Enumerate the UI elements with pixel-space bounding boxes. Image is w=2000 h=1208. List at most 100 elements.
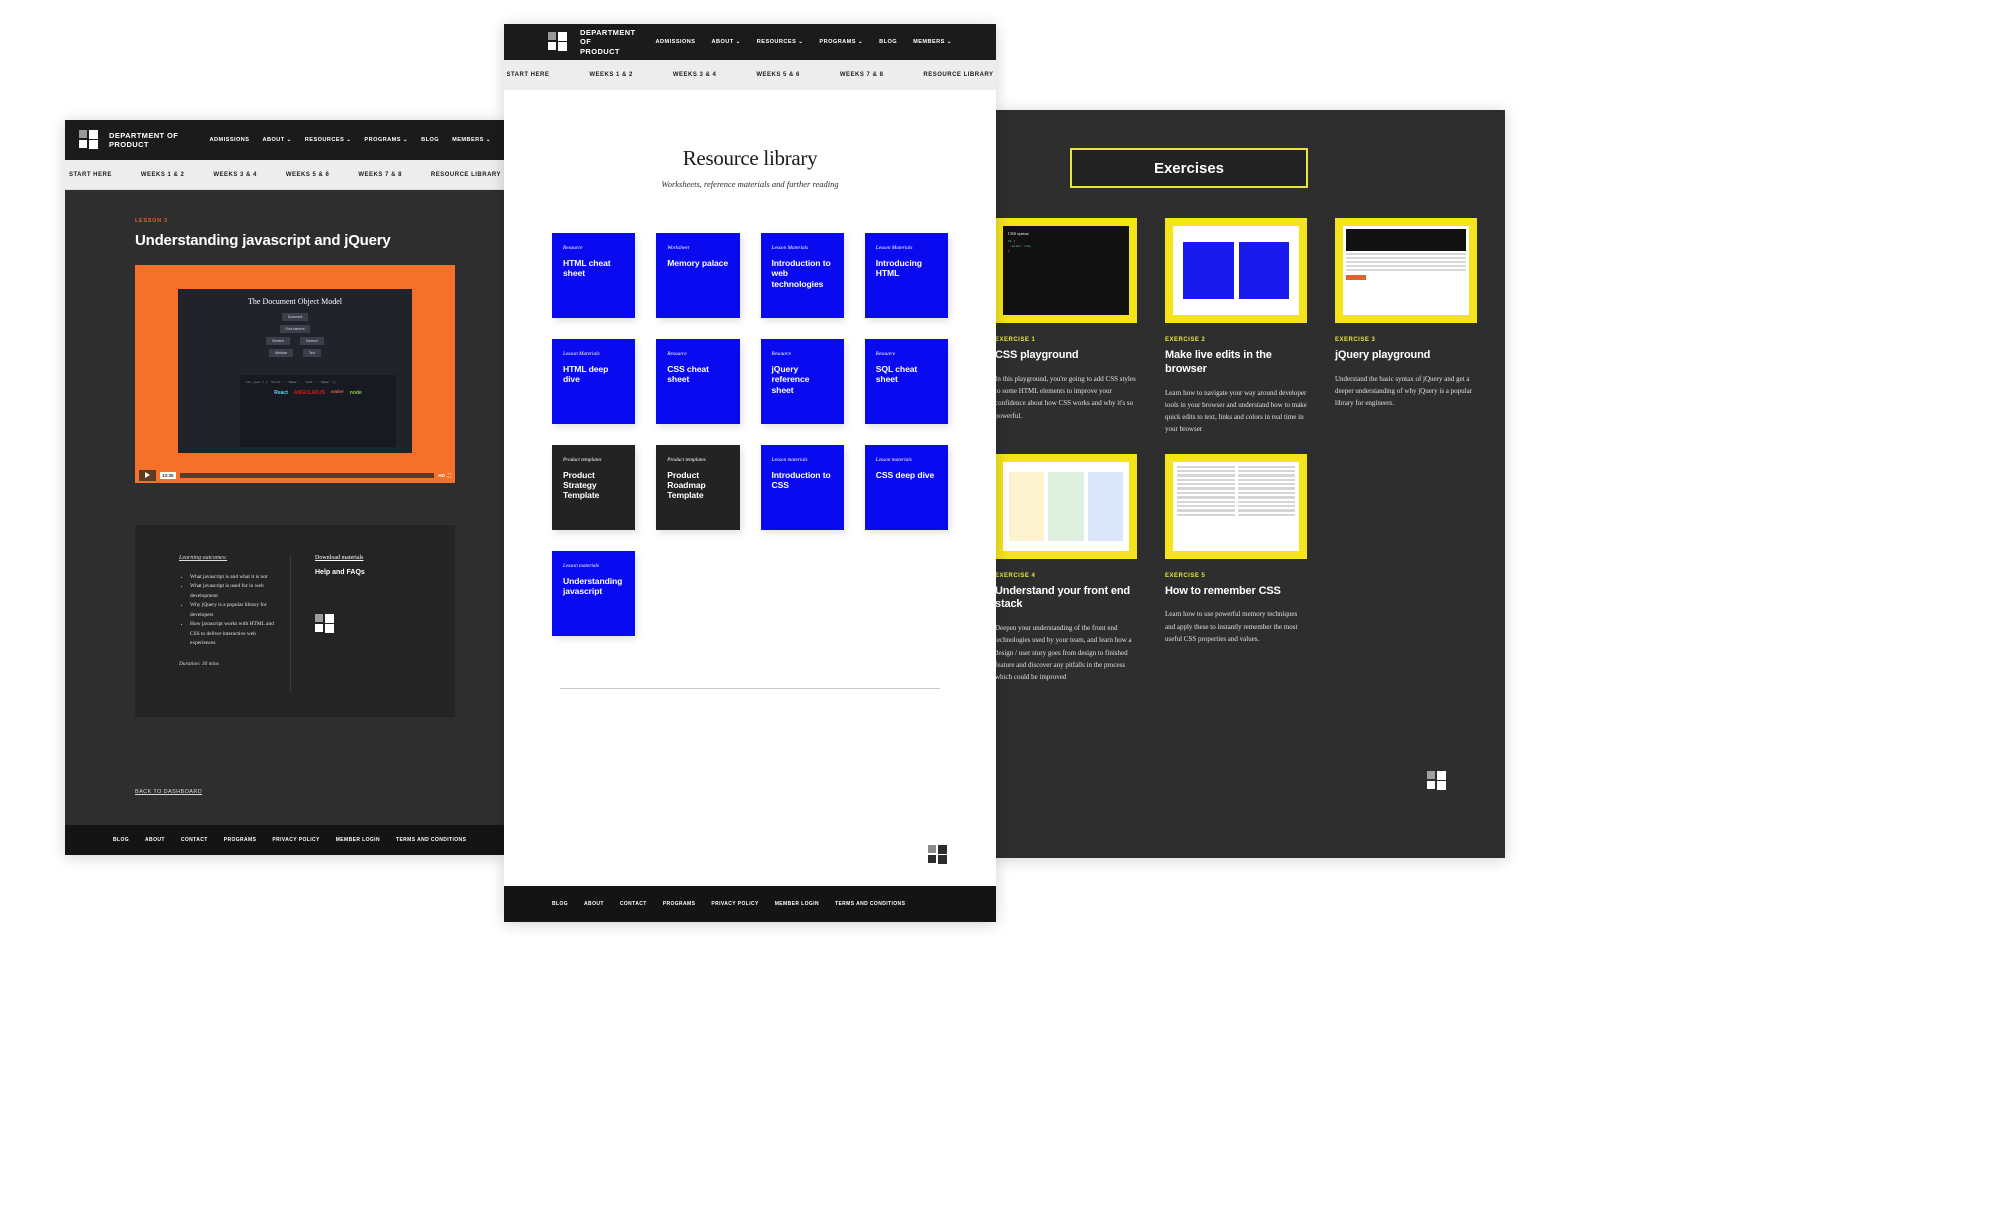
subnav-start-here[interactable]: START HERE xyxy=(69,172,112,178)
nav-item-blog[interactable]: BLOG xyxy=(879,39,897,45)
nav-item-members[interactable]: MEMBERS ⌄ xyxy=(913,39,952,45)
subnav-resource-library[interactable]: RESOURCE LIBRARY xyxy=(923,72,993,78)
footer-link-programs[interactable]: PROGRAMS xyxy=(663,901,696,907)
node-logo: node xyxy=(349,389,362,396)
lesson-page-mockup[interactable]: DEPARTMENT OF PRODUCT ADMISSIONS ABOUT ⌄… xyxy=(65,120,505,855)
footer-link-terms[interactable]: TERMS AND CONDITIONS xyxy=(396,837,466,843)
subnav-resource-library[interactable]: RESOURCE LIBRARY xyxy=(431,172,501,178)
footer-link-about[interactable]: ABOUT xyxy=(584,901,604,907)
resource-library-mockup[interactable]: DEPARTMENT OF PRODUCT ADMISSIONS ABOUT ⌄… xyxy=(504,24,996,922)
subnav-weeks-5-6[interactable]: WEEKS 5 & 6 xyxy=(756,72,800,78)
resource-card[interactable]: Lesson materials Introduction to CSS xyxy=(760,444,844,530)
subnav-weeks-5-6[interactable]: WEEKS 5 & 6 xyxy=(286,172,330,178)
logo-icon xyxy=(1427,771,1447,791)
card-kicker: Product templates xyxy=(563,456,602,463)
footer-link-programs[interactable]: PROGRAMS xyxy=(224,837,257,843)
footer-link-blog[interactable]: BLOG xyxy=(113,837,129,843)
card-kicker: Resource xyxy=(667,350,687,357)
resource-card[interactable]: Lesson materials CSS deep dive xyxy=(864,444,948,530)
nav-item-about[interactable]: ABOUT ⌄ xyxy=(711,39,740,45)
nav-item-admissions[interactable]: ADMISSIONS xyxy=(656,39,696,45)
footer-link-member-login[interactable]: MEMBER LOGIN xyxy=(775,901,819,907)
materials-column: Download materials Help and FAQs xyxy=(311,555,421,691)
card-title: Introduction to CSS xyxy=(771,469,831,491)
outcomes-label: Learning outcomes: xyxy=(179,555,228,561)
nav-item-resources[interactable]: RESOURCES ⌄ xyxy=(305,137,352,143)
site-footer: BLOG ABOUT CONTACT PROGRAMS PRIVACY POLI… xyxy=(65,825,505,855)
browser-thumb xyxy=(1165,218,1307,323)
resource-card[interactable]: Resource HTML cheat sheet xyxy=(552,233,636,318)
nav-item-resources[interactable]: RESOURCES ⌄ xyxy=(757,39,804,45)
nav-item-programs[interactable]: PROGRAMS ⌄ xyxy=(364,137,408,143)
footer-link-member-login[interactable]: MEMBER LOGIN xyxy=(336,837,380,843)
resource-card[interactable]: Resource CSS cheat sheet xyxy=(656,338,740,424)
resource-card[interactable]: Lesson Materials HTML deep dive xyxy=(552,338,636,424)
logo-icon[interactable] xyxy=(548,32,568,52)
card-kicker: Lesson Materials xyxy=(563,350,600,357)
subnav-weeks-1-2[interactable]: WEEKS 1 & 2 xyxy=(141,172,185,178)
exercise-card[interactable]: EXERCISE 4 Understand your front end sta… xyxy=(995,453,1137,684)
footer-link-blog[interactable]: BLOG xyxy=(552,901,568,907)
logo-icon[interactable] xyxy=(79,130,99,150)
resource-card[interactable]: Lesson Materials Introducing HTML xyxy=(864,233,948,318)
resource-card[interactable]: Product templates Product Strategy Templa… xyxy=(552,444,636,530)
download-materials-link[interactable]: Download materials xyxy=(315,555,421,561)
brand-wordmark[interactable]: DEPARTMENT OF PRODUCT xyxy=(109,131,178,150)
back-to-dashboard-link[interactable]: BACK TO DASHBOARD xyxy=(135,789,202,795)
nav-item-members[interactable]: MEMBERS ⌄ xyxy=(452,137,491,143)
resource-card[interactable]: Lesson Materials Introduction to web tech… xyxy=(760,233,844,318)
exercise-title: jQuery playground xyxy=(1335,349,1431,361)
exercises-page-mockup[interactable]: Exercises CSS syntax h1 { color: red;} E… xyxy=(995,110,1505,858)
play-button[interactable] xyxy=(139,469,156,481)
library-site-footer: BLOG ABOUT CONTACT PROGRAMS PRIVACY POLI… xyxy=(504,886,996,922)
nav-item-blog[interactable]: BLOG xyxy=(421,137,439,143)
subnav-weeks-3-4[interactable]: WEEKS 3 & 4 xyxy=(213,172,257,178)
list-item: How javascript works with HTML and CSS t… xyxy=(190,620,274,648)
main-nav[interactable]: ADMISSIONS ABOUT ⌄ RESOURCES ⌄ PROGRAMS … xyxy=(210,137,491,143)
resource-card[interactable]: Resource jQuery reference sheet xyxy=(760,338,844,424)
card-title: Product Strategy Template xyxy=(563,469,600,501)
video-player[interactable]: The Document Object Model Document Root … xyxy=(135,265,455,483)
footer-link-privacy[interactable]: PRIVACY POLICY xyxy=(272,837,319,843)
subnav-weeks-7-8[interactable]: WEEKS 7 & 8 xyxy=(358,172,402,178)
exercise-card[interactable]: EXERCISE 5 How to remember CSS Learn how… xyxy=(1165,453,1307,684)
subnav-start-here[interactable]: START HERE xyxy=(506,72,549,78)
footer-link-contact[interactable]: CONTACT xyxy=(620,901,647,907)
resource-card[interactable]: Product templates Product Roadmap Templat… xyxy=(656,444,740,530)
video-frame: The Document Object Model Document Root … xyxy=(178,289,412,453)
card-kicker: Resource xyxy=(875,350,896,357)
exercise-card[interactable]: EXERCISE 2 Make live edits in the browse… xyxy=(1165,218,1307,436)
footer-link-contact[interactable]: CONTACT xyxy=(181,837,208,843)
exercise-description: Learn how to use powerful memory techniq… xyxy=(1165,610,1298,643)
dom-node: Element xyxy=(300,337,324,345)
dom-node: Document xyxy=(281,313,309,321)
subnav-weeks-1-2[interactable]: WEEKS 1 & 2 xyxy=(589,72,633,78)
divider xyxy=(560,687,940,689)
subnav-weeks-7-8[interactable]: WEEKS 7 & 8 xyxy=(840,72,884,78)
nav-item-admissions[interactable]: ADMISSIONS xyxy=(210,137,250,143)
video-quality-badge[interactable]: HD ⛶ xyxy=(438,473,451,478)
nav-item-about[interactable]: ABOUT ⌄ xyxy=(262,137,291,143)
video-scrubber[interactable] xyxy=(179,472,435,478)
footer-link-privacy[interactable]: PRIVACY POLICY xyxy=(711,901,758,907)
course-subnav[interactable]: START HERE WEEKS 1 & 2 WEEKS 3 & 4 WEEKS… xyxy=(504,60,996,90)
video-controls[interactable]: 13:35 HD ⛶ xyxy=(135,467,455,483)
course-subnav[interactable]: START HERE WEEKS 1 & 2 WEEKS 3 & 4 WEEKS… xyxy=(65,160,505,190)
card-title: Introducing HTML xyxy=(875,258,922,279)
exercise-card[interactable]: EXERCISE 3 jQuery playground Understand … xyxy=(1335,218,1477,436)
exercises-header: Exercises xyxy=(995,110,1505,188)
main-nav[interactable]: ADMISSIONS ABOUT ⌄ RESOURCES ⌄ PROGRAMS … xyxy=(656,39,952,45)
exercise-card[interactable]: CSS syntax h1 { color: red;} EXERCISE 1 … xyxy=(995,218,1137,436)
footer-link-about[interactable]: ABOUT xyxy=(145,837,165,843)
brand-wordmark[interactable]: DEPARTMENT OF PRODUCT xyxy=(580,28,644,56)
footer-link-terms[interactable]: TERMS AND CONDITIONS xyxy=(835,901,905,907)
ember-logo: ember xyxy=(331,390,344,395)
resource-card[interactable]: Worksheet Memory palace xyxy=(656,233,740,318)
resource-card[interactable]: Lesson materials Understanding javascript xyxy=(552,550,636,636)
lesson-eyebrow: LESSON 3 xyxy=(135,218,168,224)
exercise-description: In this playground, you're going to add … xyxy=(995,374,1136,420)
resource-card[interactable]: Resource SQL cheat sheet xyxy=(864,338,948,424)
nav-item-programs[interactable]: PROGRAMS ⌄ xyxy=(819,39,863,45)
subnav-weeks-3-4[interactable]: WEEKS 3 & 4 xyxy=(673,72,717,78)
help-faqs-link[interactable]: Help and FAQs xyxy=(315,569,421,576)
